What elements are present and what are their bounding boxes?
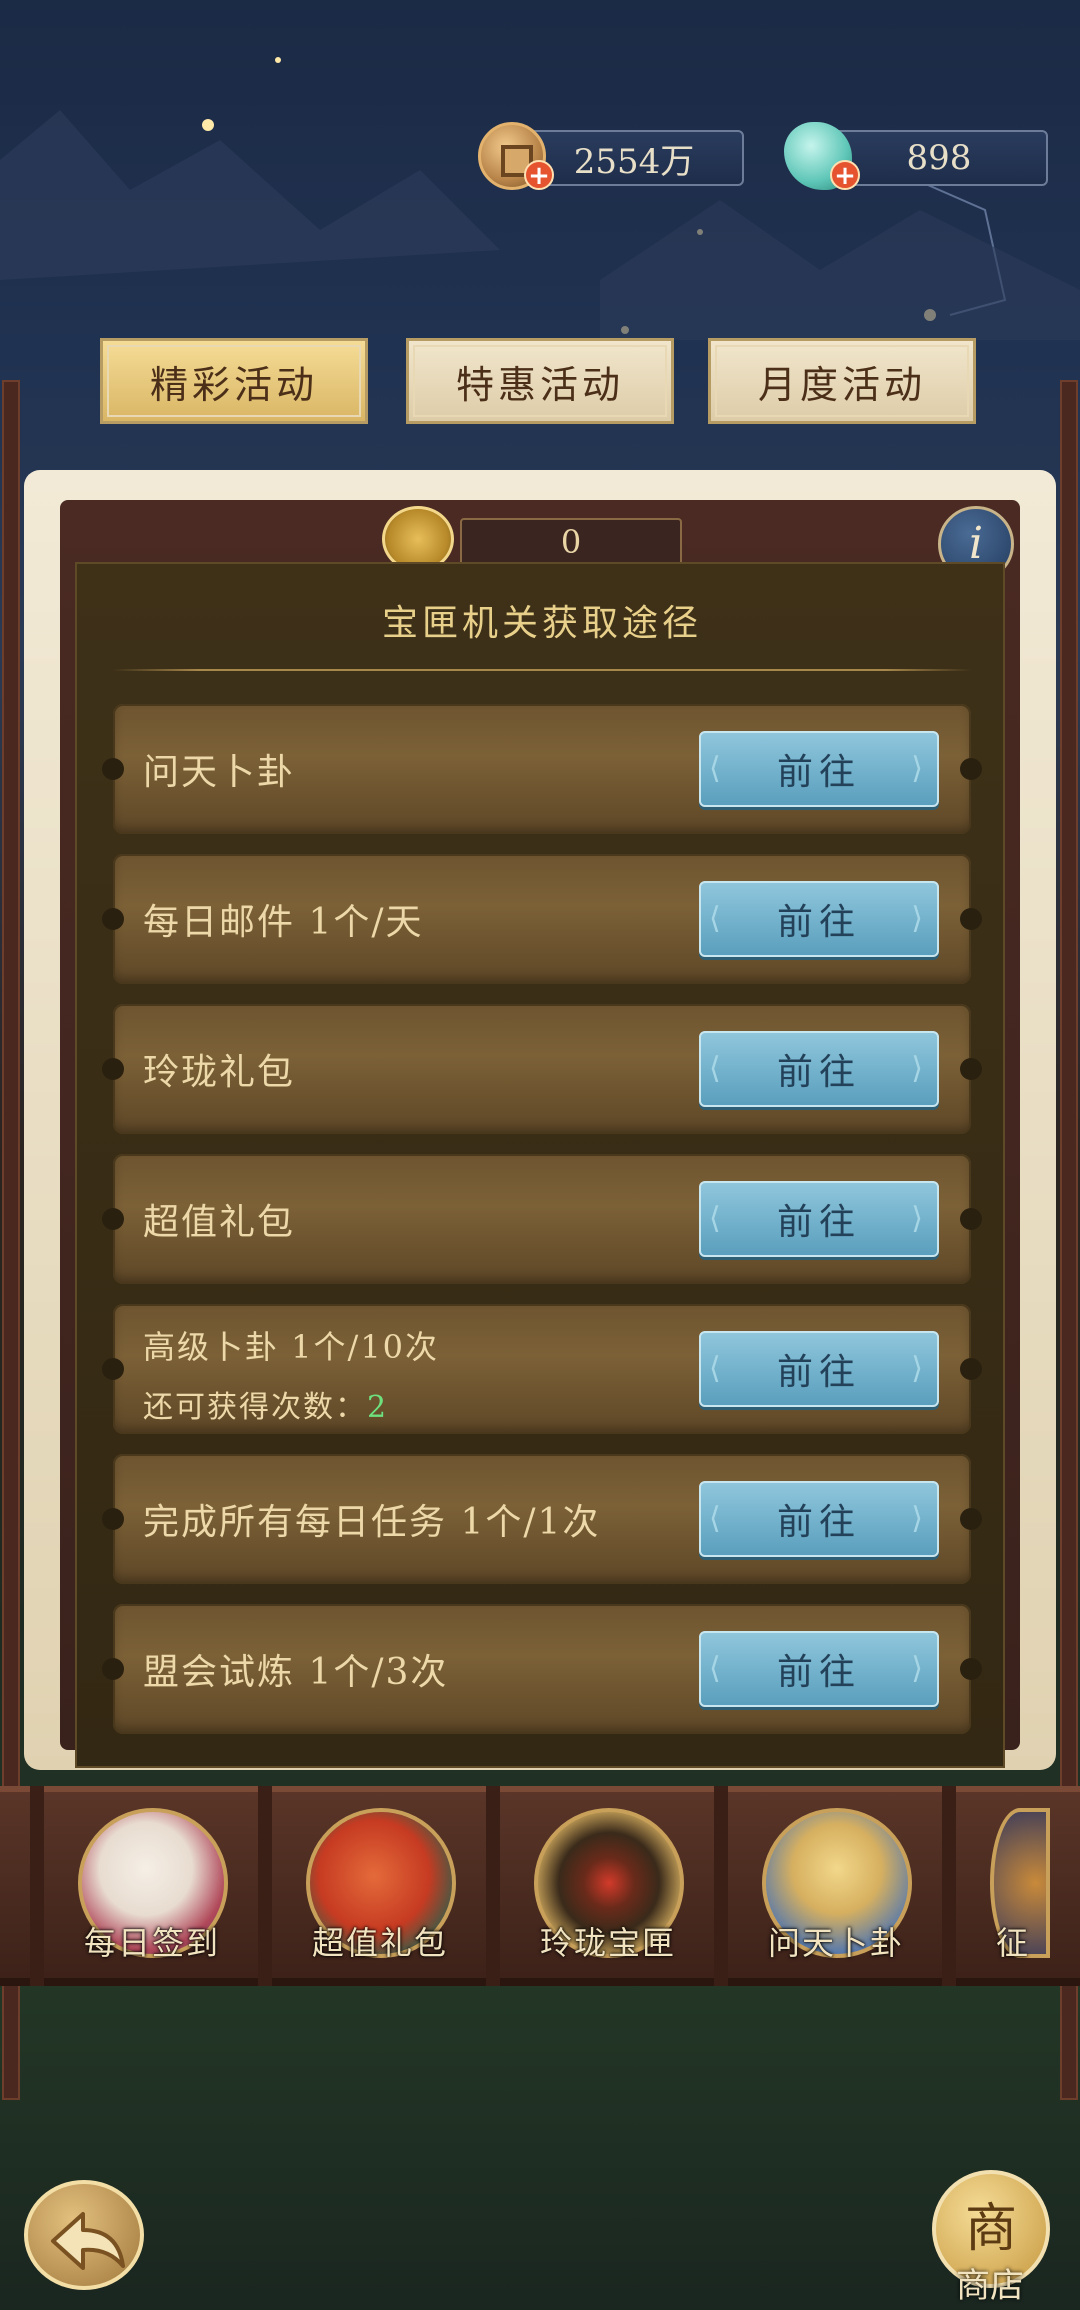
- shop-icon: 商: [964, 2199, 1017, 2259]
- jade-balance-value: 898: [906, 138, 972, 178]
- remaining-count-value: 2: [367, 1390, 389, 1425]
- activity-label-divination: 问天卜卦: [767, 1924, 904, 1962]
- row-label: 超值礼包: [143, 1202, 296, 1243]
- shelf-divider: [30, 1786, 44, 1986]
- row-label: 盟会试炼 1个/3次: [143, 1652, 449, 1693]
- back-button[interactable]: [24, 2180, 144, 2290]
- list-item: 完成所有每日任务 1个/1次 前往: [102, 1454, 982, 1584]
- jade-balance-bar: 898: [830, 130, 1048, 186]
- go-button[interactable]: 前往: [699, 1331, 939, 1407]
- row-label: 玲珑礼包: [143, 1052, 296, 1093]
- go-button[interactable]: 前往: [699, 1181, 939, 1257]
- go-button[interactable]: 前往: [699, 1031, 939, 1107]
- mountain-silhouette: [0, 110, 1080, 340]
- row-label: 问天卜卦: [143, 752, 296, 793]
- row-label: 每日邮件 1个/天: [143, 902, 424, 943]
- list-item: 问天卜卦 前往: [102, 704, 982, 834]
- go-button-label: 前往: [776, 902, 861, 943]
- remaining-count-label: 还可获得次数：: [143, 1390, 367, 1425]
- activity-label-treasure-box: 玲珑宝匣: [539, 1924, 676, 1962]
- tab-label: 月度活动: [757, 362, 926, 407]
- go-button-label: 前往: [776, 1652, 861, 1693]
- go-button[interactable]: 前往: [699, 1631, 939, 1707]
- token-counter-value: 0: [560, 523, 582, 561]
- shelf-divider: [486, 1786, 500, 1986]
- list-item: 每日邮件 1个/天 前往: [102, 854, 982, 984]
- add-jade-button[interactable]: +: [830, 160, 860, 190]
- add-coin-button[interactable]: +: [524, 160, 554, 190]
- acquisition-popup: 宝匣机关获取途径 问天卜卦 前往 每日邮件 1个/天 前往 玲珑礼包 前往 超值…: [75, 562, 1005, 1768]
- token-counter: 0: [460, 518, 682, 566]
- list-item: 盟会试炼 1个/3次 前往: [102, 1604, 982, 1734]
- list-item: 超值礼包 前往: [102, 1154, 982, 1284]
- activity-label-value-pack: 超值礼包: [311, 1924, 448, 1962]
- go-button-label: 前往: [776, 1052, 861, 1093]
- row-label: 完成所有每日任务 1个/1次: [143, 1502, 601, 1543]
- back-arrow-icon: [51, 2212, 125, 2270]
- go-button[interactable]: 前往: [699, 1481, 939, 1557]
- go-button[interactable]: 前往: [699, 881, 939, 957]
- tab-label: 特惠活动: [455, 362, 624, 407]
- go-button-label: 前往: [776, 1502, 861, 1543]
- shop-label: 商店: [956, 2266, 1024, 2306]
- activity-label-daily-checkin: 每日签到: [83, 1924, 220, 1962]
- tab-special-offers[interactable]: 特惠活动: [406, 338, 674, 424]
- go-button[interactable]: 前往: [699, 731, 939, 807]
- tab-label: 精彩活动: [149, 362, 318, 407]
- shelf-divider: [714, 1786, 728, 1986]
- title-divider: [113, 669, 971, 671]
- popup-title: 宝匣机关获取途径: [381, 603, 702, 644]
- tab-featured-activities[interactable]: 精彩活动: [100, 338, 368, 424]
- go-button-label: 前往: [776, 1202, 861, 1243]
- list-item: 高级卜卦 1个/10次 还可获得次数：2 前往: [102, 1304, 982, 1434]
- activity-label-partial: 征: [995, 1924, 1030, 1962]
- row-label: 高级卜卦 1个/10次: [143, 1328, 440, 1366]
- shelf-divider: [258, 1786, 272, 1986]
- remaining-count-line: 还可获得次数：2: [143, 1382, 388, 1426]
- coin-balance-value: 2554万: [573, 141, 695, 182]
- go-button-label: 前往: [776, 752, 861, 793]
- go-button-label: 前往: [776, 1352, 861, 1393]
- coin-balance-bar: 2554万: [524, 130, 744, 186]
- tab-monthly-activities[interactable]: 月度活动: [708, 338, 976, 424]
- list-item: 玲珑礼包 前往: [102, 1004, 982, 1134]
